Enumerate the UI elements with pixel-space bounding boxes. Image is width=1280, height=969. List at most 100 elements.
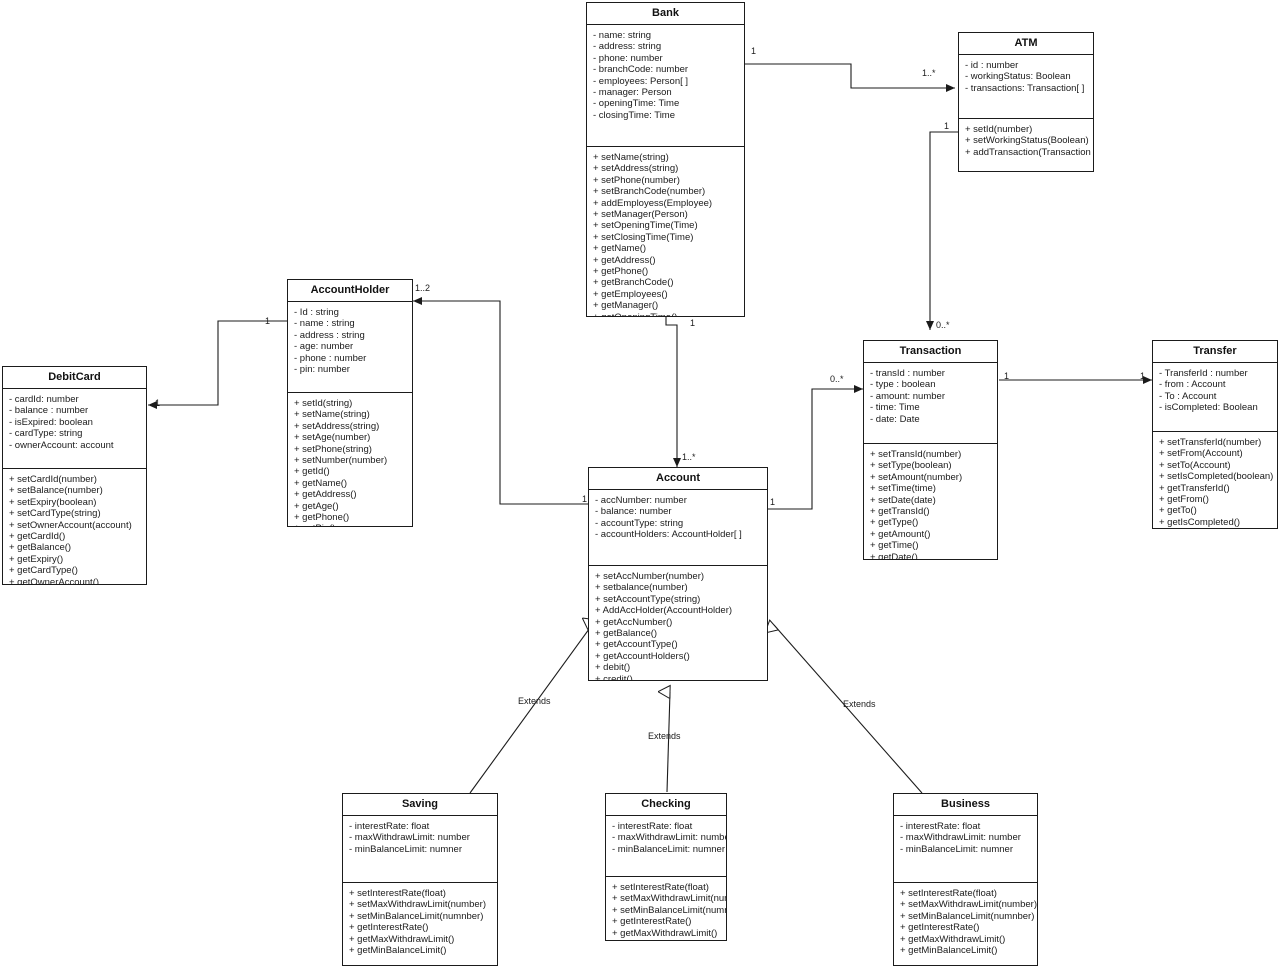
method-line: + setCardType(string) (9, 508, 101, 520)
method-line: + setbalance(number) (595, 582, 688, 594)
method-line: + getInterestRate() (612, 916, 692, 928)
method-line: + getMaxWithdrawLimit() (612, 927, 718, 939)
class-attributes-bank: - name: string - address: string - phone… (587, 25, 744, 147)
class-methods-atm: + setId(number) + setWorkingStatus(Boole… (959, 119, 1093, 164)
method-line: + getId() (294, 466, 330, 478)
method-line: + getMaxWithdrawLimit() (349, 933, 455, 945)
attribute-line: - branchCode: number (593, 64, 689, 76)
multiplicity-bank-account-source: 1 (690, 318, 696, 328)
class-methods-account: + setAccNumber(number) + setbalance(numb… (589, 566, 767, 681)
attribute-line: - phone: number (593, 52, 663, 64)
attribute-line: - interestRate: float (612, 821, 693, 832)
method-line: + setAge(number) (294, 432, 371, 444)
attribute-line: - transactions: Transaction[ ] (965, 82, 1085, 94)
class-box-saving[interactable]: Saving - interestRate: float - maxWithdr… (342, 793, 498, 966)
method-line: + setId(string) (294, 398, 353, 409)
class-title-transaction: Transaction (864, 341, 997, 363)
edge-label-saving-extends: Extends (518, 696, 551, 706)
attribute-line: - balance: number (595, 506, 672, 518)
method-line: + setAccNumber(number) (595, 571, 705, 582)
method-line: + setInterestRate(float) (900, 888, 997, 899)
class-box-accountholder[interactable]: AccountHolder - Id : string - name : str… (287, 279, 413, 527)
method-line: + setId(number) (965, 124, 1033, 135)
class-attributes-saving: - interestRate: float - maxWithdrawLimit… (343, 816, 497, 883)
multiplicity-accountholder-debitcard-target: 1 (155, 398, 161, 408)
class-title-checking: Checking (606, 794, 726, 816)
method-line: + setName(string) (593, 152, 669, 163)
method-line: + getMinBalanceLimit() (900, 945, 998, 957)
attribute-line: - age: number (294, 341, 354, 353)
attribute-line: - minBalanceLimit: numner (612, 843, 725, 855)
attribute-line: - openingTime: Time (593, 98, 680, 110)
method-line: + setTransferId(number) (1159, 437, 1262, 448)
method-line: + getMinBalanceLimit() (349, 945, 447, 957)
class-box-business[interactable]: Business - interestRate: float - maxWith… (893, 793, 1038, 966)
method-line: + getAmount() (870, 528, 931, 540)
method-line: + getFrom() (1159, 494, 1209, 506)
method-line: + setAccountType(string) (595, 593, 701, 605)
method-line: + getName() (593, 243, 647, 255)
class-attributes-account: - accNumber: number - balance: number - … (589, 490, 767, 566)
method-line: + setFrom(Account) (1159, 448, 1243, 460)
class-title-accountholder: AccountHolder (288, 280, 412, 302)
method-line: + setBranchCode(number) (593, 186, 706, 198)
edge-checking-extends-account (667, 692, 670, 793)
edge-accountholder-debitcard (148, 320, 287, 409)
multiplicity-account-accountholder-source: 1 (582, 494, 588, 504)
method-line: + setMinBalanceLimit(numnber) (900, 910, 1035, 922)
class-box-account[interactable]: Account - accNumber: number - balance: n… (588, 467, 768, 681)
method-line: + getIsCompleted() (1159, 516, 1241, 528)
edge-label-checking-extends: Extends (648, 731, 681, 741)
class-box-checking[interactable]: Checking - interestRate: float - maxWith… (605, 793, 727, 941)
attribute-line: - address: string (593, 41, 662, 53)
method-line: + getManager() (593, 300, 659, 312)
attribute-line: - cardType: string (9, 428, 83, 440)
method-line: + getName() (294, 477, 348, 489)
attribute-line: - accountType: string (595, 517, 684, 529)
edge-business-extends-account (774, 625, 923, 794)
edge-account-transaction (768, 385, 863, 510)
method-line: + setCardId(number) (9, 474, 97, 485)
method-line: + getDate() (870, 551, 918, 560)
class-attributes-accountholder: - Id : string - name : string - address … (288, 302, 412, 393)
edge-label-business-extends: Extends (843, 699, 876, 709)
class-attributes-transfer: - TransferId : number - from : Account -… (1153, 363, 1277, 432)
method-line: + credit() (595, 673, 633, 681)
class-title-business: Business (894, 794, 1037, 816)
attribute-line: - workingStatus: Boolean (965, 71, 1071, 83)
class-methods-transfer: + setTransferId(number) + setFrom(Accoun… (1153, 432, 1277, 528)
attribute-line: - manager: Person (593, 87, 672, 99)
method-line: + setTo(Account) (1159, 459, 1231, 471)
class-box-atm[interactable]: ATM - id : number - workingStatus: Boole… (958, 32, 1094, 172)
multiplicity-atm-transaction-target: 0..* (936, 320, 950, 330)
method-line: + setPhone(string) (294, 443, 372, 455)
method-line: + setTime(time) (870, 483, 936, 495)
class-methods-checking: + setInterestRate(float) + setMaxWithdra… (606, 877, 726, 940)
class-attributes-atm: - id : number - workingStatus: Boolean -… (959, 55, 1093, 119)
multiplicity-account-transaction-source: 1 (770, 497, 776, 507)
attribute-line: - id : number (965, 60, 1019, 71)
method-line: + getAddress() (593, 254, 656, 266)
method-line: + addEmployess(Employee) (593, 197, 713, 209)
attribute-line: - maxWithdrawLimit: numbe (612, 832, 727, 844)
method-line: + setClosingTime(Time) (593, 231, 694, 243)
method-line: + getMinBalanceLimit() (612, 939, 721, 940)
method-line: + getTime() (870, 540, 919, 552)
method-line: + setTransId(number) (870, 449, 962, 460)
class-box-bank[interactable]: Bank - name: string - address: string - … (586, 2, 745, 317)
method-line: + getPhone() (294, 512, 350, 524)
attribute-line: - type : boolean (870, 379, 936, 391)
method-line: + getPin() (294, 523, 407, 526)
attribute-line: - balance : number (9, 405, 89, 417)
class-box-transaction[interactable]: Transaction - transId : number - type : … (863, 340, 998, 560)
method-line: + setAddress(string) (294, 420, 380, 432)
edge-saving-extends-account (469, 625, 592, 794)
method-line: + setIsCompleted(boolean) (1159, 471, 1274, 483)
method-line: + setMinBalanceLimit(numnber) (349, 910, 484, 922)
method-line: + getAccNumber() (595, 616, 673, 628)
class-box-transfer[interactable]: Transfer - TransferId : number - from : … (1152, 340, 1278, 529)
class-box-debitcard[interactable]: DebitCard - cardId: number - balance : n… (2, 366, 147, 585)
attribute-line: - maxWithdrawLimit: number (900, 832, 1021, 844)
attribute-line: - date: Date (870, 413, 920, 425)
attribute-line: - time: Time (870, 402, 920, 414)
